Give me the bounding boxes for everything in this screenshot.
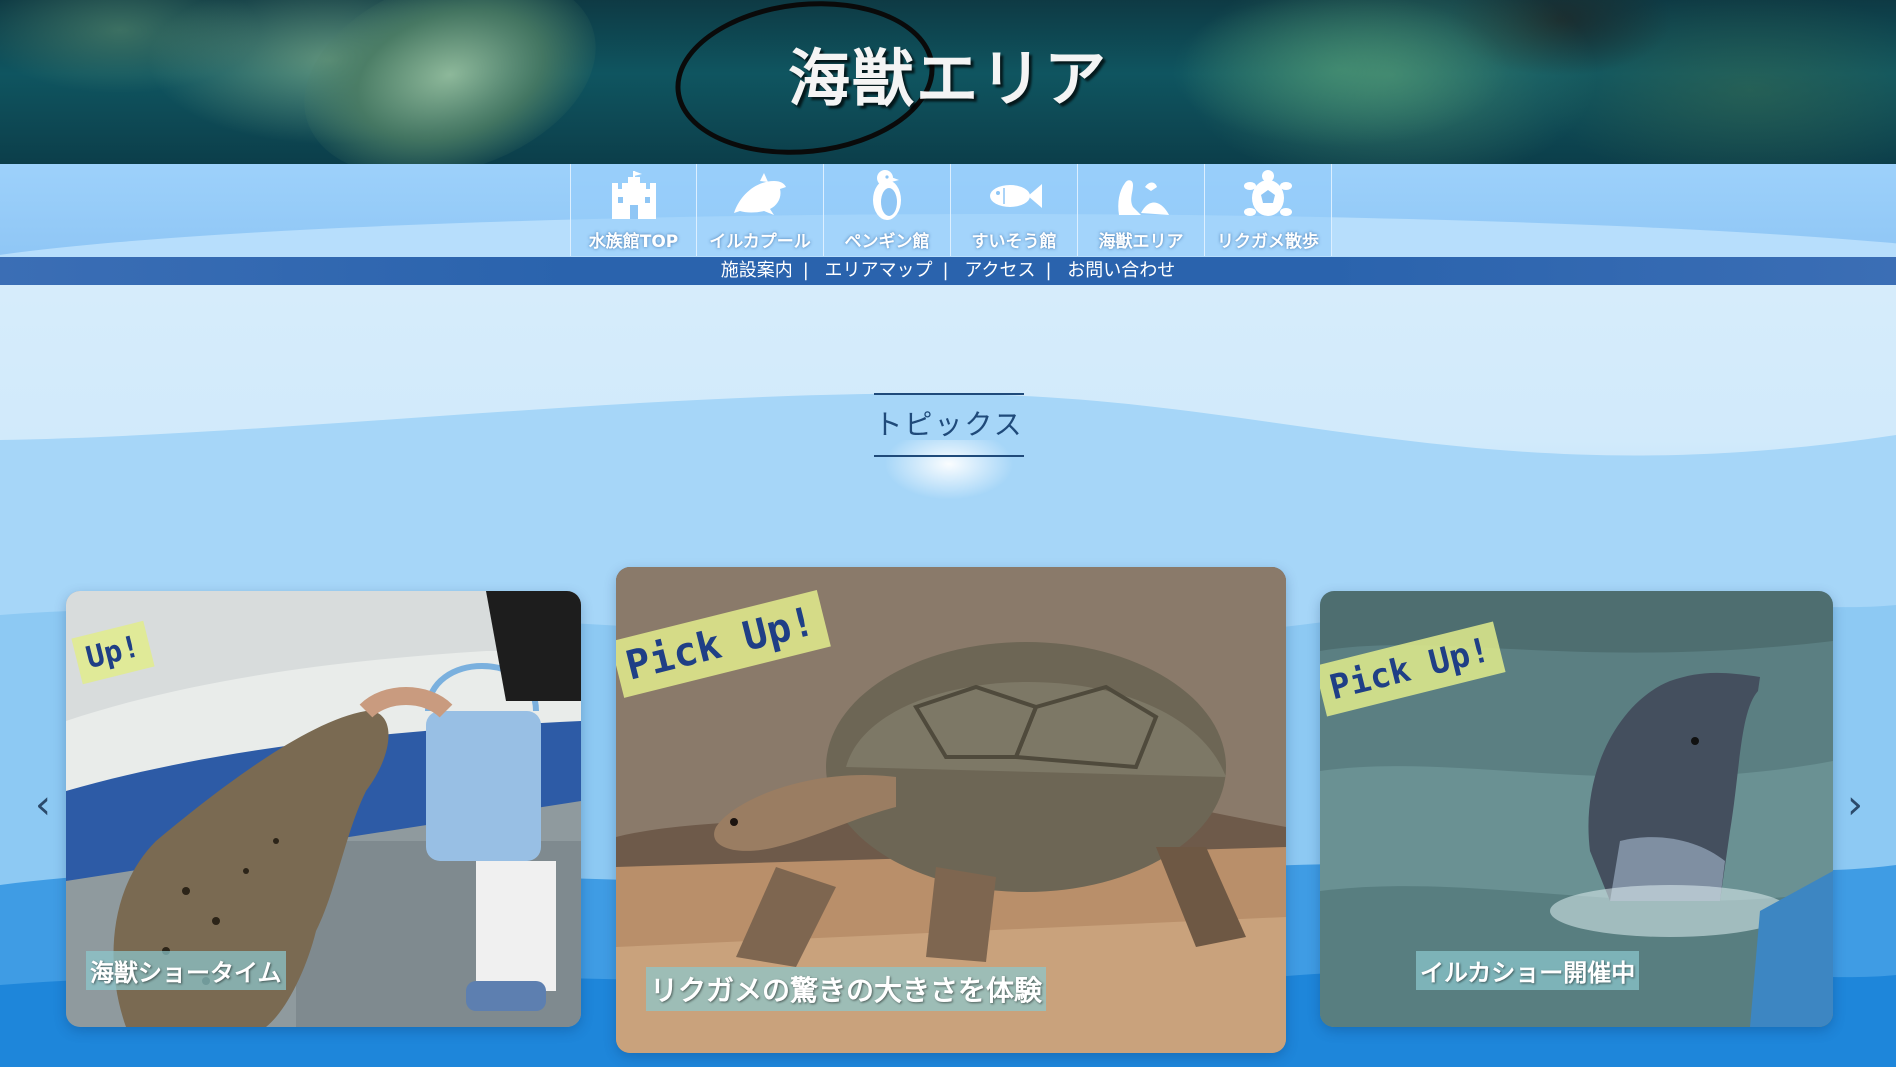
page-title: 海獣エリア (787, 42, 1108, 115)
sub-link-contact[interactable]: お問い合わせ (1061, 260, 1181, 281)
chevron-left-icon[interactable]: ‹ (28, 785, 58, 825)
nav-label: 海獣エリア (1098, 232, 1184, 252)
nav-item-dolphin-pool[interactable]: イルカプール (697, 164, 824, 256)
castle-icon (604, 167, 664, 225)
sub-nav: 施設案内 | エリアマップ | アクセス | お問い合わせ (0, 257, 1896, 285)
hero-banner: 海獣エリア (0, 0, 1896, 164)
sub-link-area-map[interactable]: エリアマップ (819, 260, 939, 281)
penguin-icon (857, 167, 917, 225)
topic-card-tortoise[interactable]: Pick Up! リクガメの驚きの大きさを体験 (616, 567, 1286, 1053)
main-nav: 水族館TOP イルカプール ペンギン館 すいそう館 海獣エリア リクガメ散歩 (570, 164, 1332, 256)
sub-link-facility-guide[interactable]: 施設案内 (715, 260, 799, 281)
card-caption: リクガメの驚きの大きさを体験 (646, 967, 1047, 1011)
nav-item-marine-mammal-area[interactable]: 海獣エリア (1078, 164, 1205, 256)
sub-nav-separator: | (802, 260, 809, 281)
nav-label: イルカプール (709, 232, 811, 252)
fish-icon (984, 167, 1044, 225)
topic-card-dolphin-show[interactable]: Pick Up! イルカショー開催中 (1320, 591, 1833, 1027)
nav-label: 水族館TOP (588, 232, 679, 252)
card-caption: 海獣ショータイム (86, 951, 286, 990)
dolphin-icon (730, 167, 790, 225)
sub-nav-separator: | (1045, 260, 1052, 281)
turtle-icon (1238, 167, 1298, 225)
section-title: トピックス (874, 393, 1024, 457)
chevron-right-icon[interactable]: › (1840, 785, 1870, 825)
sub-nav-separator: | (942, 260, 949, 281)
seal-icon (1111, 167, 1171, 225)
nav-label: すいそう館 (971, 232, 1057, 252)
card-caption: イルカショー開催中 (1416, 951, 1640, 990)
nav-label: ペンギン館 (844, 232, 930, 252)
topics-section: トピックス ‹ › Up! 海獣ショータイム Pick Up! リクガメの驚きの… (0, 285, 1896, 1067)
sub-link-access[interactable]: アクセス (958, 260, 1041, 281)
nav-item-aquarium-top[interactable]: 水族館TOP (570, 164, 697, 256)
nav-item-penguin-hall[interactable]: ペンギン館 (824, 164, 951, 256)
nav-item-tortoise-walk[interactable]: リクガメ散歩 (1205, 164, 1332, 256)
nav-item-tank-hall[interactable]: すいそう館 (951, 164, 1078, 256)
nav-label: リクガメ散歩 (1217, 232, 1319, 252)
topic-card-seal-show[interactable]: Up! 海獣ショータイム (66, 591, 581, 1027)
